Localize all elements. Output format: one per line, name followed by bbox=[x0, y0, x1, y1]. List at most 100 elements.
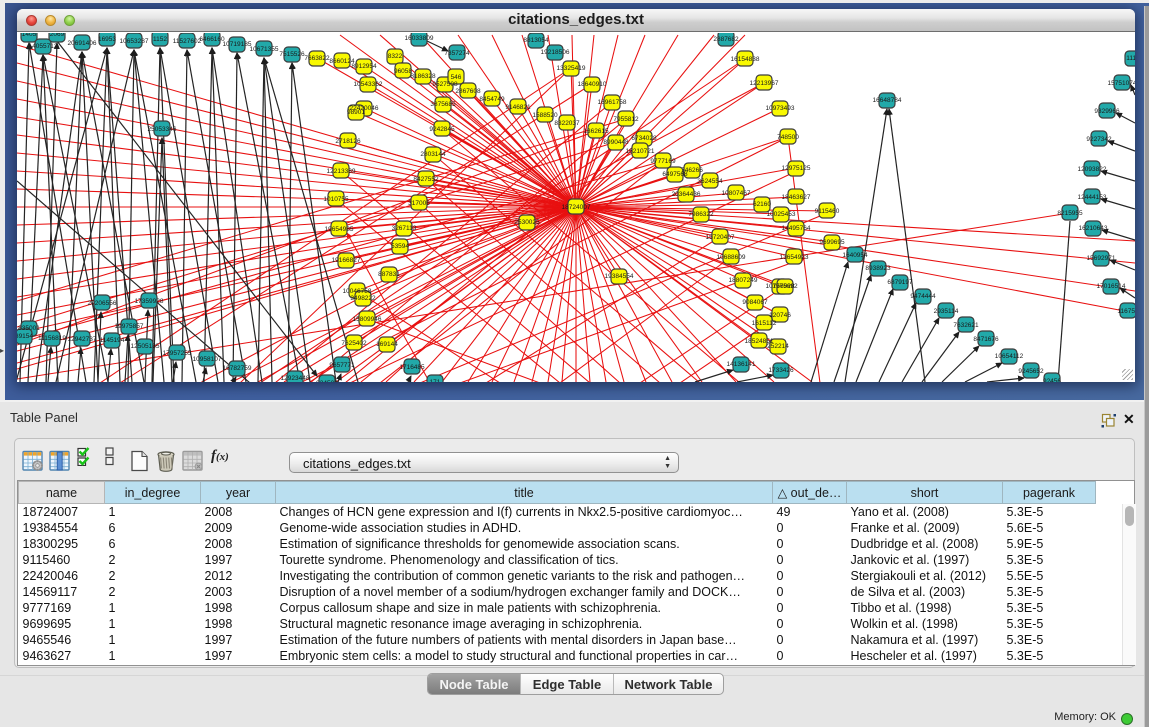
svg-text:13654923: 13654923 bbox=[780, 254, 809, 261]
svg-text:9115460: 9115460 bbox=[815, 208, 840, 215]
svg-text:18807249: 18807249 bbox=[729, 277, 758, 284]
svg-text:6879197: 6879197 bbox=[887, 279, 913, 286]
svg-text:11156819: 11156819 bbox=[38, 335, 66, 342]
svg-text:748500: 748500 bbox=[777, 134, 799, 141]
svg-text:8322037: 8322037 bbox=[554, 120, 580, 127]
svg-text:9699695: 9699695 bbox=[819, 239, 845, 246]
svg-text:10653287: 10653287 bbox=[120, 38, 149, 45]
svg-text:9527508: 9527508 bbox=[432, 81, 458, 88]
svg-text:8427552: 8427552 bbox=[413, 176, 439, 183]
svg-text:1615112: 1615112 bbox=[752, 320, 777, 327]
svg-text:18640910: 18640910 bbox=[578, 81, 607, 88]
svg-text:19654985: 19654985 bbox=[325, 226, 354, 233]
svg-text:17957255: 17957255 bbox=[163, 350, 192, 357]
svg-text:3624554: 3624554 bbox=[697, 178, 723, 185]
svg-text:7663822: 7663822 bbox=[304, 55, 330, 62]
svg-text:1152: 1152 bbox=[153, 36, 167, 43]
svg-text:3875685: 3875685 bbox=[430, 101, 456, 108]
svg-text:2887682: 2887682 bbox=[713, 36, 739, 43]
svg-text:8471676: 8471676 bbox=[973, 336, 999, 343]
svg-text:16648784: 16648784 bbox=[873, 97, 902, 104]
svg-text:17359928: 17359928 bbox=[135, 298, 164, 305]
svg-text:15692971: 15692971 bbox=[1087, 255, 1116, 262]
svg-text:116753: 116753 bbox=[1117, 308, 1135, 315]
svg-text:10543362: 10543362 bbox=[354, 81, 383, 88]
svg-text:1117: 1117 bbox=[1126, 55, 1135, 62]
svg-text:1362615: 1362615 bbox=[583, 128, 609, 135]
svg-text:3267113: 3267113 bbox=[392, 225, 417, 232]
svg-text:9474444: 9474444 bbox=[910, 293, 936, 300]
svg-text:8938923: 8938923 bbox=[865, 265, 891, 272]
svg-text:14055712: 14055712 bbox=[29, 43, 58, 50]
svg-text:8454749: 8454749 bbox=[479, 96, 505, 103]
svg-text:887831: 887831 bbox=[378, 271, 400, 278]
svg-text:16154838: 16154838 bbox=[731, 56, 760, 63]
svg-text:924502: 924502 bbox=[316, 380, 338, 382]
svg-text:20206556: 20206556 bbox=[88, 300, 117, 307]
svg-text:9777169: 9777169 bbox=[650, 158, 676, 165]
svg-text:12213967: 12213967 bbox=[750, 80, 779, 87]
svg-text:1145194: 1145194 bbox=[100, 337, 125, 344]
svg-text:25053346: 25053346 bbox=[148, 126, 177, 133]
svg-text:16953: 16953 bbox=[98, 36, 116, 43]
svg-text:7632621: 7632621 bbox=[953, 322, 979, 329]
svg-text:14136141: 14136141 bbox=[727, 361, 756, 368]
svg-text:8990448: 8990448 bbox=[603, 139, 629, 146]
svg-text:8813054: 8813054 bbox=[523, 37, 549, 44]
svg-text:835001: 835001 bbox=[18, 325, 40, 332]
svg-text:12923448: 12923448 bbox=[281, 375, 310, 382]
svg-text:16782759: 16782759 bbox=[223, 365, 252, 372]
svg-text:2803144: 2803144 bbox=[420, 151, 446, 158]
svg-text:10807467: 10807467 bbox=[722, 190, 751, 197]
svg-text:98901: 98901 bbox=[347, 109, 365, 116]
svg-text:7625402: 7625402 bbox=[341, 340, 367, 347]
svg-text:12942737: 12942737 bbox=[68, 336, 97, 343]
svg-text:20691406: 20691406 bbox=[68, 40, 97, 47]
svg-text:10973493: 10973493 bbox=[766, 105, 795, 112]
svg-text:8912954: 8912954 bbox=[351, 63, 377, 70]
svg-text:317006: 317006 bbox=[408, 200, 430, 207]
svg-text:12213389: 12213389 bbox=[327, 168, 356, 175]
svg-text:7357274: 7357274 bbox=[444, 50, 470, 57]
svg-text:16033809: 16033809 bbox=[405, 35, 434, 42]
svg-text:10958107: 10958107 bbox=[193, 356, 222, 363]
svg-text:8322: 8322 bbox=[388, 53, 403, 60]
svg-text:6466160: 6466160 bbox=[199, 36, 225, 43]
svg-text:16210721: 16210721 bbox=[626, 148, 655, 155]
svg-text:12444153: 12444153 bbox=[1078, 194, 1107, 201]
svg-text:15720407: 15720407 bbox=[706, 234, 735, 241]
svg-text:16961758: 16961758 bbox=[598, 99, 627, 106]
svg-text:120746: 120746 bbox=[769, 312, 791, 319]
svg-text:17016514: 17016514 bbox=[1097, 283, 1126, 290]
svg-text:1716485: 1716485 bbox=[399, 364, 425, 371]
svg-text:18463627: 18463627 bbox=[782, 194, 811, 201]
svg-text:53594: 53594 bbox=[391, 243, 409, 250]
svg-text:1588520: 1588520 bbox=[532, 112, 558, 119]
svg-text:10654112: 10654112 bbox=[995, 353, 1024, 360]
svg-text:12975125: 12975125 bbox=[782, 165, 811, 172]
svg-text:14495764: 14495764 bbox=[782, 225, 811, 232]
svg-text:62160: 62160 bbox=[753, 201, 771, 208]
svg-text:9657771: 9657771 bbox=[329, 362, 355, 369]
svg-text:10025453: 10025453 bbox=[767, 211, 796, 218]
svg-text:10046758: 10046758 bbox=[343, 288, 372, 295]
svg-text:2069: 2069 bbox=[50, 33, 65, 38]
svg-text:1733426: 1733426 bbox=[768, 367, 794, 374]
svg-text:252214: 252214 bbox=[767, 343, 789, 350]
svg-text:19166827: 19166827 bbox=[332, 257, 361, 264]
svg-text:8215955: 8215955 bbox=[1057, 210, 1083, 217]
svg-text:19218506: 19218506 bbox=[541, 49, 570, 56]
svg-text:1640954: 1640954 bbox=[842, 252, 868, 259]
svg-text:546: 546 bbox=[451, 74, 462, 81]
svg-text:9329966: 9329966 bbox=[1094, 108, 1120, 115]
svg-text:9084067: 9084067 bbox=[742, 299, 768, 306]
svg-text:19384554: 19384554 bbox=[605, 273, 634, 280]
svg-text:7986322: 7986322 bbox=[688, 211, 714, 218]
svg-text:9245652: 9245652 bbox=[1018, 368, 1044, 375]
svg-text:9227342: 9227342 bbox=[1086, 136, 1112, 143]
svg-text:92456: 92456 bbox=[1043, 378, 1061, 382]
svg-text:7955812: 7955812 bbox=[613, 116, 639, 123]
svg-text:1010755: 1010755 bbox=[323, 196, 349, 203]
svg-text:2867608: 2867608 bbox=[455, 88, 481, 95]
svg-text:2530025: 2530025 bbox=[514, 219, 540, 226]
